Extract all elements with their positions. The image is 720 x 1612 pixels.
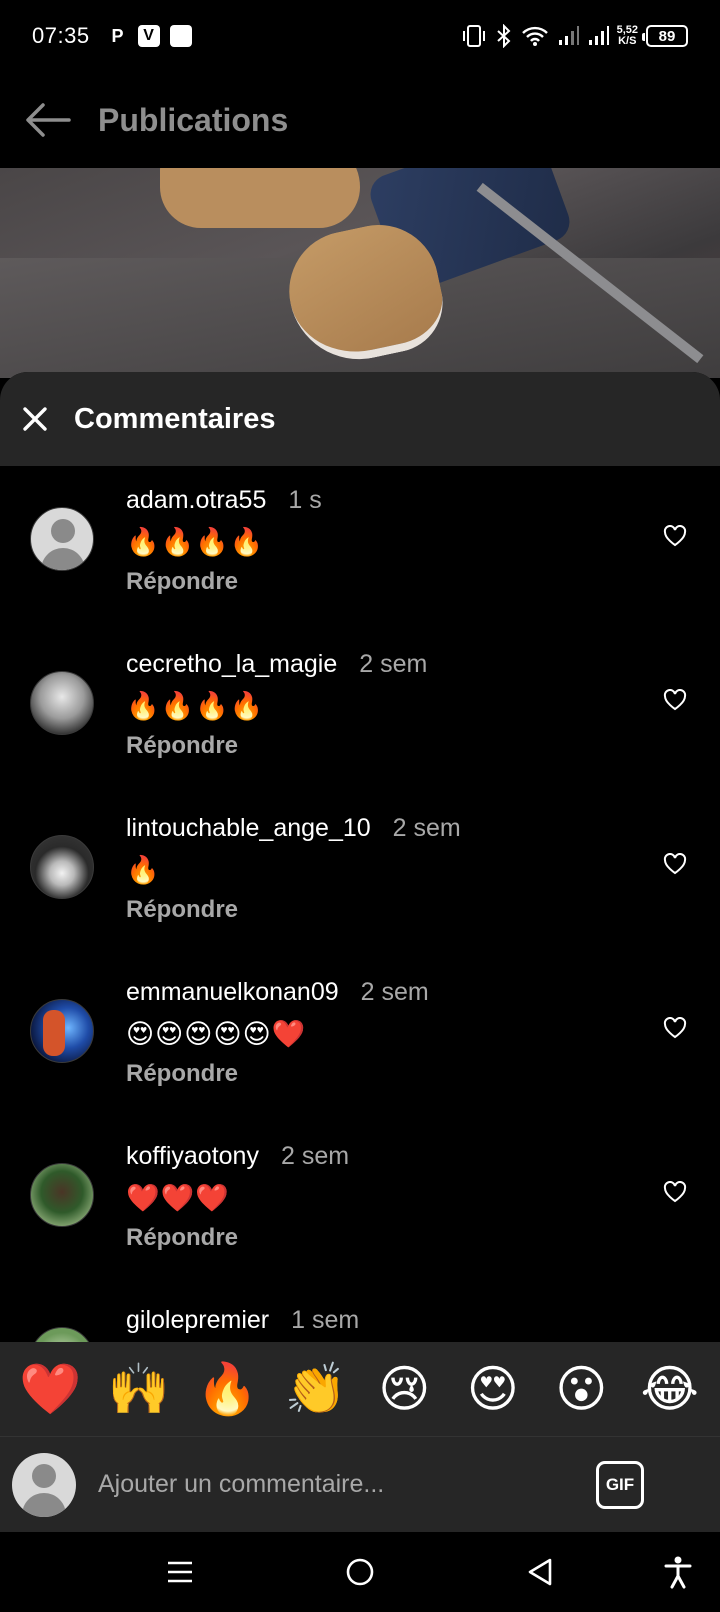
comments-sheet-header: Commentaires bbox=[0, 372, 720, 466]
comment-username[interactable]: emmanuelkonan09 bbox=[126, 978, 339, 1007]
avatar[interactable] bbox=[30, 507, 94, 571]
comment-username[interactable]: lintouchable_ange_10 bbox=[126, 814, 371, 843]
notification-app-icon-square bbox=[169, 25, 192, 47]
current-user-avatar bbox=[12, 1452, 76, 1517]
notification-app-icon-v: V bbox=[137, 25, 160, 47]
accessibility-icon[interactable] bbox=[658, 1552, 698, 1592]
avatar[interactable] bbox=[30, 835, 94, 899]
arrow-left-icon[interactable] bbox=[24, 96, 72, 144]
comments-sheet: Commentaires adam.otra55 1 s 🔥🔥🔥🔥 Répond… bbox=[0, 372, 720, 1342]
comment-text: 🔥 bbox=[126, 855, 161, 886]
emoji-laughing[interactable]: 😂 bbox=[634, 1359, 706, 1419]
comment-content: lintouchable_ange_10 2 sem 🔥 Répondre bbox=[126, 814, 461, 928]
page-title: Publications bbox=[98, 101, 289, 138]
comment-item: koffiyaotony 2 sem ❤️❤️❤️ Répondre bbox=[0, 1142, 720, 1306]
network-speed: 5,52 K/S bbox=[617, 25, 638, 47]
close-icon[interactable] bbox=[20, 404, 50, 434]
comment-time: 2 sem bbox=[280, 1142, 350, 1170]
gif-button[interactable]: GIF bbox=[596, 1460, 644, 1509]
post-image-shoe-left bbox=[160, 168, 360, 228]
emoji-surprised[interactable]: 😮 bbox=[545, 1359, 617, 1419]
comment-content: cecretho_la_magie 2 sem 🔥🔥🔥🔥 Répondre bbox=[126, 650, 427, 764]
comment-composer: GIF bbox=[0, 1436, 720, 1532]
emoji-crying[interactable]: 😢 bbox=[368, 1359, 440, 1419]
comment-time: 2 sem bbox=[359, 650, 428, 678]
like-heart-icon[interactable] bbox=[662, 851, 688, 877]
status-bar: 07:35 P V 5,52 K/S 89 bbox=[0, 0, 720, 72]
comment-text: 🔥🔥🔥🔥 bbox=[126, 527, 265, 558]
emoji-heart-eyes[interactable]: 😍 bbox=[457, 1359, 529, 1419]
comment-content: emmanuelkonan09 2 sem 😍😍😍😍😍❤️ Répondre bbox=[126, 978, 429, 1092]
comment-username[interactable]: gilolepremier bbox=[126, 1306, 269, 1335]
home-icon[interactable] bbox=[340, 1552, 380, 1592]
status-time: 07:35 bbox=[32, 23, 90, 48]
reply-button[interactable]: Répondre bbox=[126, 1056, 429, 1092]
reply-button[interactable]: Répondre bbox=[126, 728, 427, 764]
emoji-raised-hands[interactable]: 🙌 bbox=[103, 1359, 175, 1419]
reply-button[interactable]: Répondre bbox=[126, 564, 322, 600]
notification-app-icon-p: P bbox=[111, 25, 124, 46]
comments-title: Commentaires bbox=[74, 402, 276, 435]
like-heart-icon[interactable] bbox=[662, 1015, 688, 1041]
comment-item: lintouchable_ange_10 2 sem 🔥 Répondre bbox=[0, 814, 720, 978]
comment-item: emmanuelkonan09 2 sem 😍😍😍😍😍❤️ Répondre bbox=[0, 978, 720, 1142]
menu-icon[interactable] bbox=[160, 1552, 200, 1592]
comment-time: 1 s bbox=[288, 486, 322, 514]
system-nav-bar bbox=[0, 1532, 720, 1612]
comment-item: gilolepremier 1 sem bbox=[0, 1306, 720, 1342]
comment-time: 2 sem bbox=[392, 814, 461, 842]
comment-content: koffiyaotony 2 sem ❤️❤️❤️ Répondre bbox=[126, 1142, 349, 1256]
signal-icon-1 bbox=[558, 26, 579, 45]
network-speed-unit: K/S bbox=[618, 35, 637, 47]
comment-username[interactable]: koffiyaotony bbox=[126, 1142, 259, 1171]
emoji-fire[interactable]: 🔥 bbox=[191, 1359, 263, 1419]
comment-text: 😍😍😍😍😍❤️ bbox=[126, 1019, 307, 1050]
reply-button[interactable]: Répondre bbox=[126, 892, 461, 928]
top-app-bar: Publications bbox=[0, 72, 720, 168]
emoji-reaction-bar: ❤️ 🙌 🔥 👏 😢 😍 😮 😂 bbox=[0, 1342, 720, 1436]
reply-button[interactable]: Répondre bbox=[126, 1220, 349, 1256]
comment-username[interactable]: adam.otra55 bbox=[126, 486, 266, 515]
like-heart-icon[interactable] bbox=[662, 1179, 688, 1205]
like-heart-icon[interactable] bbox=[662, 687, 688, 713]
comment-content: gilolepremier 1 sem bbox=[126, 1306, 359, 1342]
comment-item: cecretho_la_magie 2 sem 🔥🔥🔥🔥 Répondre bbox=[0, 650, 720, 814]
avatar[interactable] bbox=[30, 1327, 94, 1342]
status-icons: 5,52 K/S 89 bbox=[461, 24, 688, 48]
post-image[interactable] bbox=[0, 168, 720, 378]
signal-icon-2 bbox=[588, 26, 609, 45]
emoji-clapping[interactable]: 👏 bbox=[280, 1359, 352, 1419]
emoji-heart[interactable]: ❤️ bbox=[14, 1359, 86, 1419]
wifi-icon bbox=[521, 26, 548, 46]
comment-content: adam.otra55 1 s 🔥🔥🔥🔥 Répondre bbox=[126, 486, 322, 600]
comment-username[interactable]: cecretho_la_magie bbox=[126, 650, 337, 679]
comment-time: 2 sem bbox=[360, 978, 429, 1006]
back-triangle-icon[interactable] bbox=[520, 1552, 560, 1592]
avatar[interactable] bbox=[30, 1163, 94, 1227]
vibrate-icon bbox=[462, 25, 485, 47]
avatar[interactable] bbox=[30, 671, 94, 735]
comment-text: 🔥🔥🔥🔥 bbox=[126, 691, 265, 722]
bluetooth-icon bbox=[496, 24, 511, 48]
comment-text: ❤️❤️❤️ bbox=[126, 1183, 230, 1214]
avatar[interactable] bbox=[30, 999, 94, 1063]
battery-indicator: 89 bbox=[642, 25, 688, 47]
like-heart-icon[interactable] bbox=[662, 523, 688, 549]
comment-item: adam.otra55 1 s 🔥🔥🔥🔥 Répondre bbox=[0, 486, 720, 650]
comment-input[interactable] bbox=[98, 1470, 588, 1499]
comment-time: 1 sem bbox=[291, 1306, 360, 1334]
